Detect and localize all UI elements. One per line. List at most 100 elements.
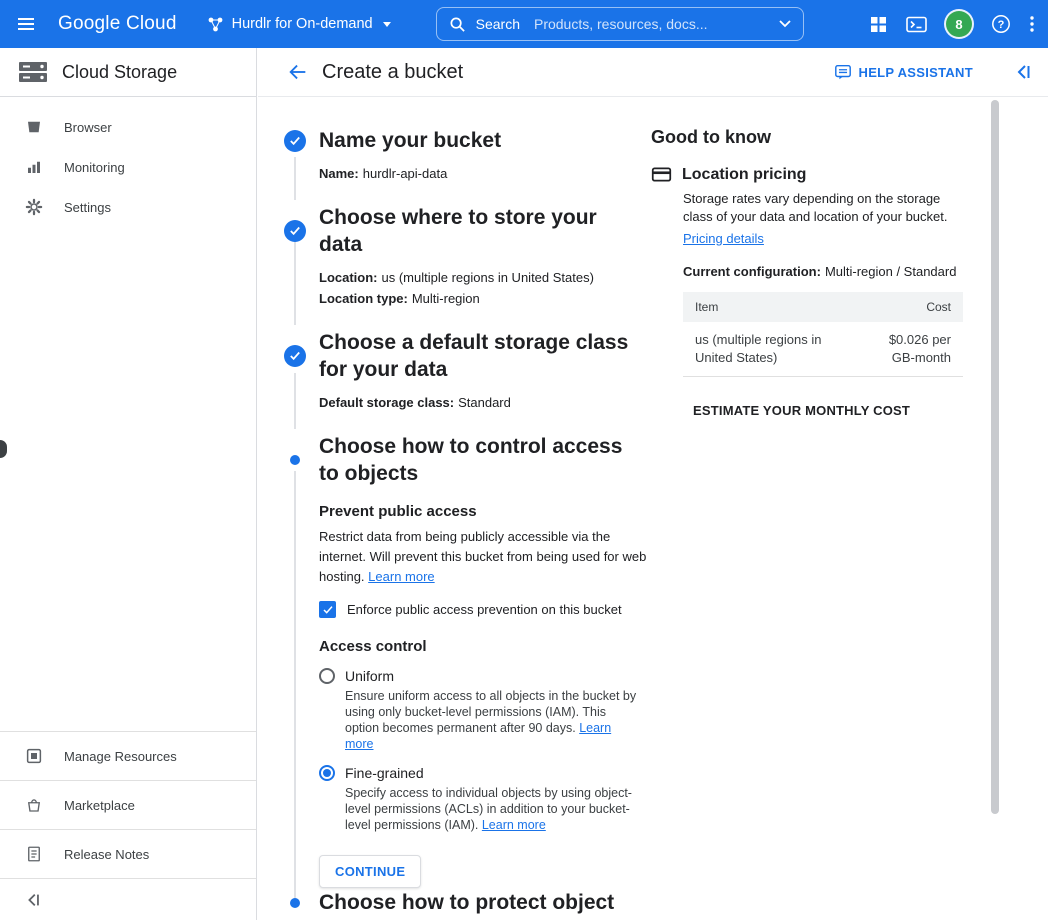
chat-icon bbox=[834, 64, 851, 80]
pricing-details-link[interactable]: Pricing details bbox=[683, 231, 764, 246]
location-pricing-body: Storage rates vary depending on the stor… bbox=[683, 190, 963, 418]
sidebar-item-release-notes[interactable]: Release Notes bbox=[0, 829, 256, 878]
step-name-your-bucket: Name your bucket Name: hurdlr-api-data bbox=[258, 127, 718, 200]
sidebar-item-label: Marketplace bbox=[64, 797, 135, 813]
learn-more-link[interactable]: Learn more bbox=[368, 569, 434, 584]
field-label: Location type: bbox=[319, 291, 408, 306]
main-header: Create a bucket HELP ASSISTANT bbox=[258, 48, 1048, 97]
search-bar[interactable]: Search Products, resources, docs... bbox=[435, 7, 804, 41]
sidebar-item-manage-resources[interactable]: Manage Resources bbox=[0, 731, 256, 780]
access-option-uniform: Uniform Ensure uniform access to all obj… bbox=[319, 668, 654, 752]
arrow-back-icon bbox=[289, 64, 306, 80]
topbar-actions: 8 ? bbox=[870, 11, 1034, 37]
sidebar-item-marketplace[interactable]: Marketplace bbox=[0, 780, 256, 829]
modules-button[interactable] bbox=[870, 16, 887, 33]
project-name: Hurdlr for On-demand bbox=[231, 16, 373, 32]
column-header-cost: Cost bbox=[867, 292, 963, 322]
help-assistant-button[interactable]: HELP ASSISTANT bbox=[834, 63, 973, 81]
search-placeholder: Products, resources, docs... bbox=[533, 16, 708, 32]
google-cloud-logo[interactable]: Google Cloud bbox=[58, 13, 177, 35]
good-to-know-title: Good to know bbox=[651, 127, 771, 147]
gear-icon bbox=[25, 198, 43, 216]
sidebar-item-browser[interactable]: Browser bbox=[0, 107, 256, 147]
uniform-label: Uniform bbox=[345, 668, 395, 684]
caret-down-icon bbox=[382, 21, 391, 27]
step-title[interactable]: Choose where to store your data bbox=[319, 204, 639, 258]
location-pricing-header: Location pricing bbox=[651, 164, 951, 185]
sidebar-nav: Browser Monitoring Settings bbox=[0, 97, 256, 227]
release-notes-icon bbox=[28, 846, 40, 862]
learn-more-link[interactable]: Learn more bbox=[482, 818, 546, 832]
back-button[interactable] bbox=[286, 60, 310, 84]
project-selector[interactable]: Hurdlr for On-demand bbox=[207, 16, 391, 33]
collapse-panel-button[interactable] bbox=[1013, 61, 1035, 83]
search-icon bbox=[450, 17, 465, 32]
uniform-description: Ensure uniform access to all objects in … bbox=[345, 688, 637, 752]
monitoring-icon bbox=[28, 161, 40, 173]
check-icon bbox=[290, 351, 300, 361]
prevent-public-access-title: Prevent public access bbox=[319, 503, 477, 520]
check-icon bbox=[322, 605, 333, 614]
marketplace-icon bbox=[27, 799, 41, 812]
chevron-down-icon[interactable] bbox=[778, 20, 791, 28]
stepper: Name your bucket Name: hurdlr-api-data Ch… bbox=[258, 97, 718, 914]
table-row: us (multiple regions in United States) $… bbox=[683, 322, 963, 377]
cell-cost: $0.026 per GB-month bbox=[867, 322, 963, 377]
current-configuration: Current configuration: Multi-region / Sta… bbox=[683, 264, 956, 279]
access-control-title: Access control bbox=[319, 638, 427, 655]
prevent-public-access-description: Restrict data from being publicly access… bbox=[319, 527, 649, 587]
menu-button[interactable] bbox=[14, 12, 38, 36]
collapse-panel-icon bbox=[1017, 65, 1030, 79]
fine-grained-radio[interactable] bbox=[319, 765, 335, 781]
step-title[interactable]: Choose how to control access to objects bbox=[319, 433, 639, 487]
check-icon bbox=[290, 136, 300, 145]
field-value: us (multiple regions in United States) bbox=[381, 270, 594, 285]
help-assistant-label: HELP ASSISTANT bbox=[858, 64, 973, 80]
step-title[interactable]: Choose how to protect object bbox=[319, 889, 614, 916]
step-done-indicator bbox=[284, 345, 306, 367]
fine-grained-description: Specify access to individual objects by … bbox=[345, 785, 637, 833]
bucket-icon bbox=[28, 121, 40, 133]
sidebar-item-settings[interactable]: Settings bbox=[0, 187, 256, 227]
avatar[interactable]: 8 bbox=[946, 11, 972, 37]
page-title: Create a bucket bbox=[322, 60, 464, 83]
vertical-scrollbar[interactable] bbox=[991, 100, 999, 814]
step-protect-object: Choose how to protect object bbox=[258, 889, 718, 916]
enforce-prevention-checkbox[interactable] bbox=[319, 601, 336, 618]
estimate-monthly-cost-button[interactable]: ESTIMATE YOUR MONTHLY COST bbox=[693, 403, 951, 418]
step-title[interactable]: Choose a default storage class for your … bbox=[319, 329, 639, 383]
product-title: Cloud Storage bbox=[62, 61, 178, 82]
field-value: Multi-region bbox=[411, 291, 480, 306]
step-active-indicator bbox=[290, 455, 300, 465]
step-title[interactable]: Name your bucket bbox=[319, 127, 501, 154]
create-bucket-form: Name your bucket Name: hurdlr-api-data Ch… bbox=[258, 97, 1048, 920]
more-button[interactable] bbox=[1030, 16, 1034, 32]
config-value: Multi-region / Standard bbox=[824, 264, 957, 279]
sidebar-item-label: Manage Resources bbox=[64, 748, 177, 764]
pricing-card-icon bbox=[651, 167, 672, 182]
cloud-shell-icon bbox=[906, 16, 927, 32]
step-choose-location: Choose where to store your data Location… bbox=[258, 204, 718, 325]
step-done-indicator bbox=[284, 129, 306, 152]
manage-resources-icon bbox=[26, 748, 42, 764]
field-value: hurdlr-api-data bbox=[362, 166, 448, 181]
continue-button[interactable]: CONTINUE bbox=[319, 855, 422, 888]
sidebar-footer: Manage Resources Marketplace Release Not… bbox=[0, 731, 256, 920]
sidebar-item-label: Browser bbox=[64, 119, 112, 135]
collapse-sidebar-button[interactable] bbox=[22, 889, 44, 911]
help-icon: ? bbox=[992, 15, 1010, 33]
collapse-left-icon bbox=[28, 893, 39, 906]
cloud-shell-button[interactable] bbox=[906, 16, 927, 33]
field-label: Location: bbox=[319, 270, 378, 285]
help-button[interactable]: ? bbox=[991, 14, 1011, 34]
cloud-storage-icon bbox=[19, 62, 47, 82]
uniform-radio[interactable] bbox=[319, 668, 335, 684]
step-done-indicator bbox=[284, 220, 306, 242]
step-storage-class: Choose a default storage class for your … bbox=[258, 329, 718, 429]
enforce-prevention-row: Enforce public access prevention on this… bbox=[319, 601, 654, 618]
field-label: Default storage class: bbox=[319, 395, 455, 410]
gcp-console-page: Google Cloud Hurdlr for On-demand Search… bbox=[0, 0, 1048, 920]
access-option-fine-grained: Fine-grained Specify access to individua… bbox=[319, 765, 654, 833]
sidebar-item-monitoring[interactable]: Monitoring bbox=[0, 147, 256, 187]
modules-icon bbox=[871, 16, 886, 32]
